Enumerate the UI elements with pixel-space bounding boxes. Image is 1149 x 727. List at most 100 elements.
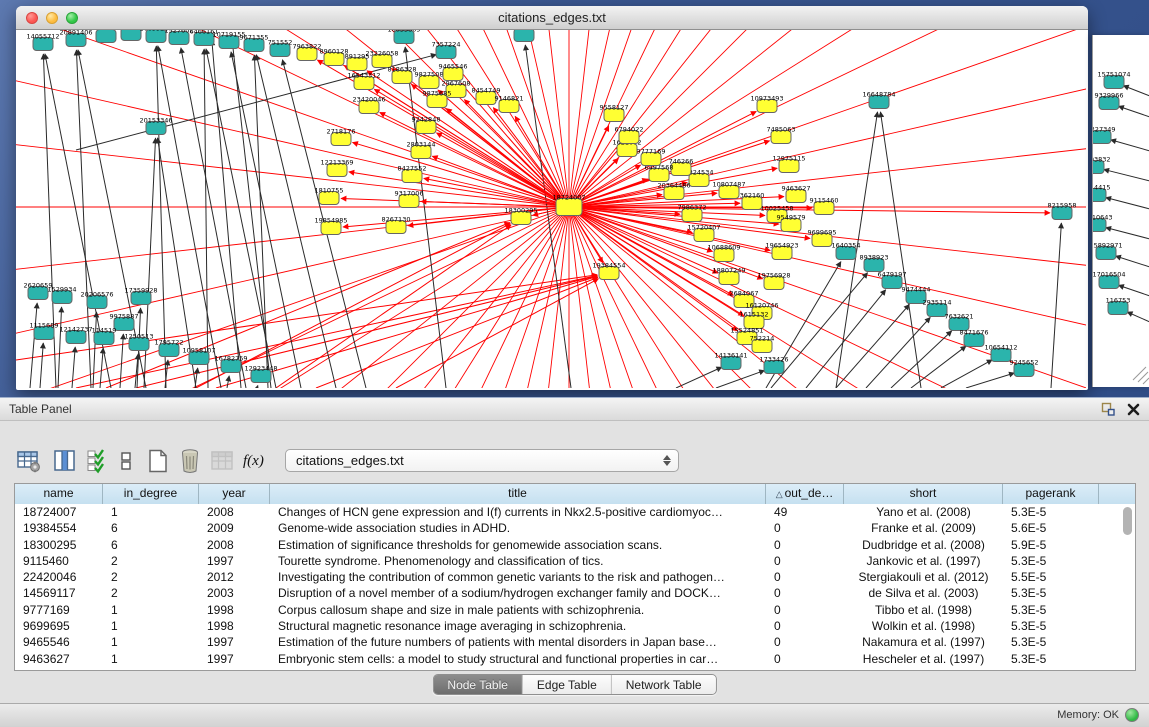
graph-node-label: 10654112 [984,344,1017,352]
graph-node-label: 2967608 [442,80,471,88]
graph-node-label: 8215958 [1048,202,1077,210]
table-row[interactable]: 911546021997Tourette syndrome. Phenomeno… [15,553,1135,569]
table-row[interactable]: 946362711997Embryonic stem cells: a mode… [15,651,1135,667]
graph-node-label: 2803144 [407,141,436,149]
table-panel: Table Panel [0,397,1149,727]
graph-node-label: 1795722 [155,339,184,347]
graph-node-label: 17359928 [124,287,157,295]
graph-node-label: 9242848 [412,116,441,124]
table-vertical-scrollbar[interactable] [1123,507,1132,535]
memory-status-label: Memory: OK [1057,709,1119,721]
graph-node-label: 23226058 [365,50,398,58]
cytoscape-network-desktop: citations_edges.txt 14055712208914061065… [0,0,1149,397]
graph-node-label: 12142737 [59,326,92,334]
table-row[interactable]: 1456911722003Disruption of a novel membe… [15,585,1135,601]
float-window-icon[interactable] [1100,401,1116,417]
graph-node-label: 1250513 [125,333,154,341]
graph-node-label: 23420046 [352,96,385,104]
tab-node-table[interactable]: Node Table [433,675,523,694]
network-view-window[interactable]: citations_edges.txt 14055712208914061065… [16,6,1088,390]
graph-node-label: 9827508 [415,71,444,79]
network-canvas[interactable]: 1405571220891406106532871527602646616110… [16,30,1086,388]
column-header-filler[interactable] [1099,484,1135,504]
graph-node-label: 16648784 [862,91,895,99]
graph-node-label: 9329966 [1095,92,1124,100]
background-network-window[interactable]: 15751074 9329966 9227349 12093832 1244415 162… [1092,35,1149,387]
graph-node-label: 19384554 [592,262,625,270]
table-row[interactable]: 1830029562008Estimation of significance … [15,537,1135,553]
cells-icon[interactable] [119,448,133,474]
graph-node-label: 8427552 [398,165,427,173]
close-panel-icon[interactable] [1126,402,1141,417]
graph-node-label: 15751074 [1097,71,1130,79]
table-row[interactable]: 969969511998Structural magnetic resonanc… [15,618,1135,634]
graph-node-label: 12093832 [1093,156,1111,164]
graph-node-label: 9549579 [777,214,806,222]
tab-network-table[interactable]: Network Table [612,675,716,694]
graph-node-label: 9317006 [395,190,424,198]
graph-node-label: 16033809 [387,30,420,34]
graph-node-label: 9227349 [1093,126,1115,134]
graph-node-label: 9558127 [600,104,629,112]
graph-node-label: 116753 [1106,297,1131,305]
new-table-icon[interactable] [145,448,171,474]
column-header-pagerank[interactable]: pagerank [1003,484,1099,504]
graph-node[interactable] [121,30,141,41]
graph-node-label: 16210643 [1093,214,1113,222]
graph-node-label: 8454749 [472,87,501,95]
graph-node-label: 362160 [740,192,765,200]
column-header-out_degree[interactable]: △out_de… [766,484,844,504]
sort-ascending-icon: △ [776,489,783,499]
table-row[interactable]: 1938455462009Genome-wide association stu… [15,520,1135,536]
select-rows-icon[interactable] [86,448,108,474]
column-header-short[interactable]: short [844,484,1003,504]
tab-edge-table[interactable]: Edge Table [523,675,612,694]
table-row[interactable]: 1872400712008Changes of HCN gene express… [15,504,1135,520]
dropdown-stepper-icon [659,452,674,469]
table-row[interactable]: 946554611997Estimation of the future num… [15,634,1135,650]
graph-node-label: 9699695 [808,229,837,237]
graph-node-label: 19854985 [314,217,347,225]
delete-table-icon[interactable] [177,448,203,474]
graph-node-label: 2684067 [730,290,759,298]
graph-node-label: 9671355 [240,34,269,42]
table-selector-dropdown[interactable]: citations_edges.txt [285,449,679,472]
graph-node-label: 15892971 [1093,242,1123,250]
graph-node-label: 20364486 [657,182,690,190]
graph-node[interactable] [514,30,534,42]
graph-node-label: 8186328 [388,66,417,74]
network-window-titlebar[interactable]: citations_edges.txt [16,6,1088,30]
graph-node-label: 1640354 [832,242,861,250]
citation-network-graph[interactable]: 1405571220891406106532871527602646616110… [16,30,1086,388]
column-header-title[interactable]: title [270,484,766,504]
column-header-in_degree[interactable]: in_degree [103,484,199,504]
show-columns-icon[interactable] [52,448,78,474]
column-header-name[interactable]: name [15,484,103,504]
status-bar: Memory: OK [0,703,1149,727]
import-table-icon-disabled [209,448,235,474]
graph-node-label: 10025458 [760,205,793,213]
graph-node-label: 7357224 [432,41,461,49]
graph-node-label: 17016504 [1093,271,1126,279]
graph-node-label: 1244415 [1093,184,1110,192]
graph-node[interactable] [96,30,116,43]
graph-node-label: 1529934 [48,286,77,294]
graph-node-label: 2718176 [327,128,356,136]
graph-node-label: 10973493 [750,95,783,103]
table-settings-icon[interactable] [16,448,42,474]
network-window-title: citations_edges.txt [16,10,1088,25]
graph-node-label: 12975115 [772,155,805,163]
graph-node-label: 18300295 [504,207,537,215]
graph-node-label: 19756928 [757,272,790,280]
graph-node-label: 14055712 [26,33,59,41]
graph-node-label: 9474444 [902,286,931,294]
column-header-year[interactable]: year [199,484,270,504]
graph-node-label: 12923448 [244,365,277,373]
function-builder-icon[interactable]: f(x) [243,448,275,474]
table-row[interactable]: 977716911998Corpus callosum shape and si… [15,602,1135,618]
graph-node-label: 20891406 [59,30,92,37]
graph-node-label: 9465546 [439,63,468,71]
graph-node-label: 2935114 [923,299,952,307]
table-row[interactable]: 2242004622012Investigating the contribut… [15,569,1135,585]
graph-node-label: 19654923 [765,242,798,250]
